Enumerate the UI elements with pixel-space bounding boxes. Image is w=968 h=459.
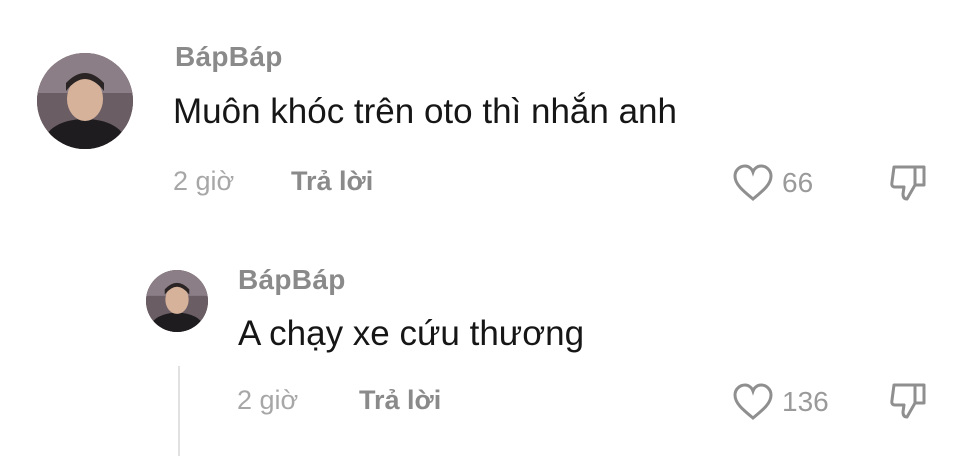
thumbs-down-icon <box>890 165 926 201</box>
dislike-button[interactable] <box>888 381 928 421</box>
comment-timestamp: 2 giờ <box>173 166 235 196</box>
avatar[interactable] <box>37 53 133 149</box>
comment-timestamp: 2 giờ <box>237 385 299 415</box>
avatar[interactable] <box>146 270 208 332</box>
comment-text: Muôn khóc trên oto thì nhắn anh <box>173 92 677 131</box>
comment-username[interactable]: BápBáp <box>238 264 346 296</box>
reply-button[interactable]: Trả lời <box>291 166 373 197</box>
like-button[interactable]: 66 <box>732 164 813 202</box>
dislike-button[interactable] <box>888 163 928 203</box>
heart-icon <box>733 164 773 201</box>
like-button[interactable]: 136 <box>732 383 829 421</box>
comment-username[interactable]: BápBáp <box>175 41 283 73</box>
comment-text: A chạy xe cứu thương <box>238 314 585 353</box>
avatar-image <box>37 53 133 149</box>
like-count: 66 <box>782 167 814 198</box>
thumbs-down-icon <box>890 383 926 419</box>
reply-thread-line <box>178 366 180 456</box>
like-count: 136 <box>782 386 829 417</box>
heart-icon <box>733 383 773 420</box>
reply-button[interactable]: Trả lời <box>359 385 441 416</box>
avatar-image <box>146 270 208 332</box>
